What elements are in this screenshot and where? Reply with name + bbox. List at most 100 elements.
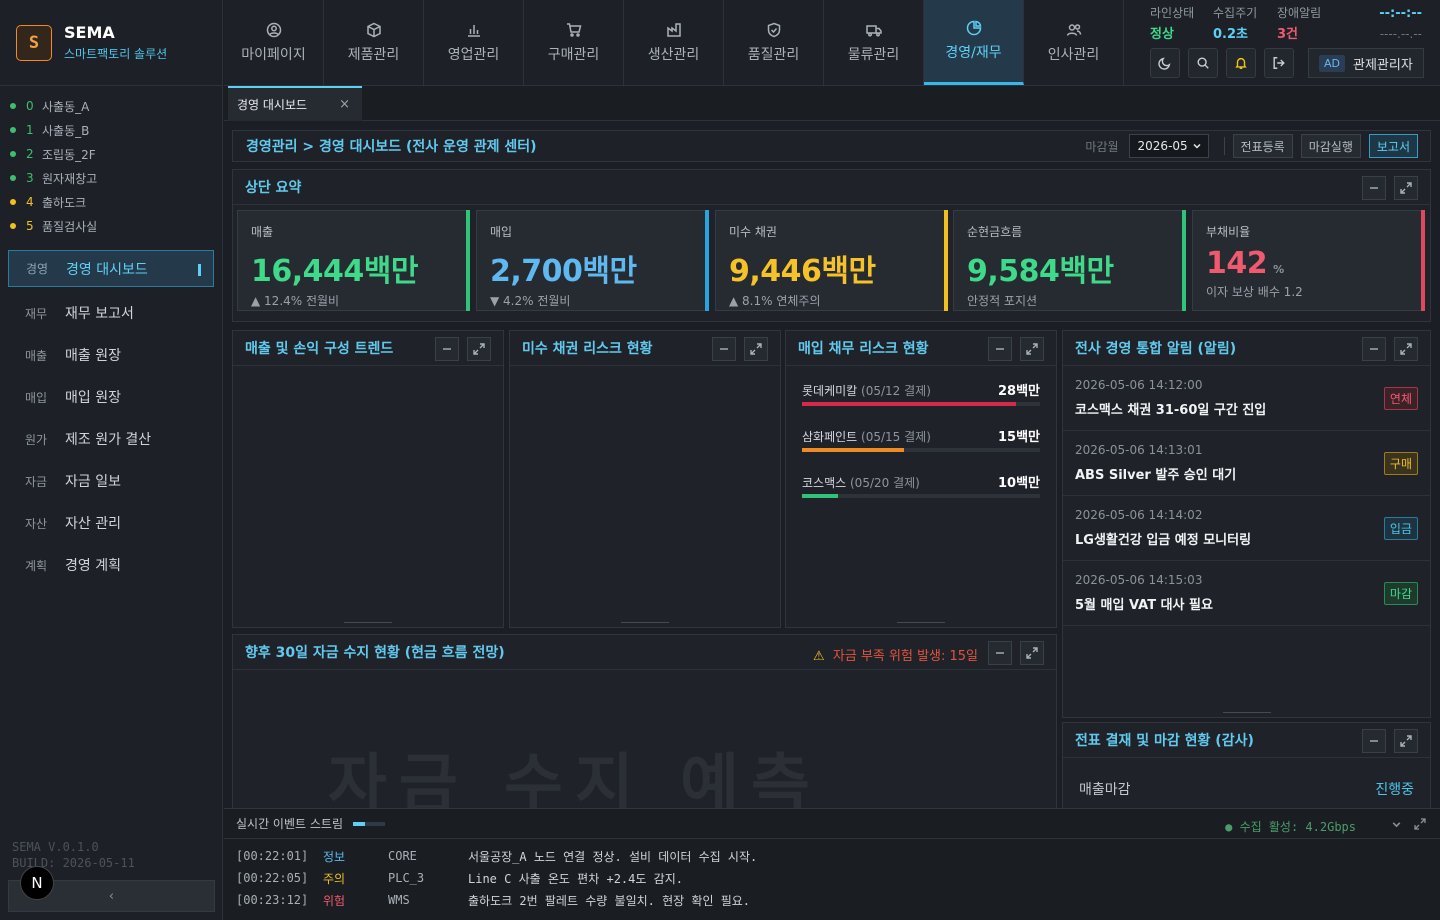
search-button[interactable] [1188, 48, 1218, 78]
minus-icon [443, 348, 451, 350]
minus-icon [1370, 740, 1378, 742]
nav-logistics[interactable]: 물류관리 [824, 0, 924, 85]
nav-hr[interactable]: 인사관리 [1024, 0, 1124, 85]
minimize-button[interactable] [1362, 176, 1386, 200]
factory-icon [666, 22, 681, 37]
notification-button[interactable] [1226, 48, 1256, 78]
cart-icon [566, 22, 581, 37]
expand-icon[interactable] [1414, 818, 1426, 830]
expand-button[interactable] [1394, 176, 1418, 200]
box-icon [366, 22, 381, 37]
payable-item[interactable]: 코스맥스 (05/20 결제) 10백만 [802, 466, 1040, 512]
tab-dashboard[interactable]: 경영 대시보드 × [228, 86, 362, 121]
nav-mypage[interactable]: 마이페이지 [224, 0, 324, 85]
line-item[interactable]: 3 원자재창고 [10, 166, 222, 190]
close-icon[interactable]: × [339, 97, 350, 112]
sidebar-item-cost-closing[interactable]: 원가 제조 원가 결산 [0, 418, 222, 460]
alert-item[interactable]: 2026-05-06 14:14:02 LG생활건강 입금 예정 모니터링 입금 [1063, 496, 1430, 561]
kpi-accent-bar [466, 210, 470, 311]
kpi-card-purchase[interactable]: 매입 2,700백만 ▼ 4.2% 전월비 [476, 210, 709, 311]
due-date: (05/15 결제) [861, 430, 931, 444]
nav-products[interactable]: 제품관리 [324, 0, 424, 85]
sidebar-item-finance-report[interactable]: 재무 재무 보고서 [0, 292, 222, 334]
logout-icon [1273, 57, 1285, 69]
alert-item[interactable]: 2026-05-06 14:13:01 ABS Silver 발주 승인 대기 구매 [1063, 431, 1430, 496]
nav-purchase[interactable]: 구매관리 [524, 0, 624, 85]
logout-button[interactable] [1264, 48, 1294, 78]
sidebar-item-purchase-ledger[interactable]: 매입 매입 원장 [0, 376, 222, 418]
status-dot-icon [10, 199, 16, 205]
payable-item[interactable]: 삼화페인트 (05/15 결제) 15백만 [802, 420, 1040, 466]
event-row[interactable]: [00:22:05] 주의 PLC_3 Line C 사출 온도 편차 +2.4도 감… [224, 867, 1440, 889]
expand-button[interactable] [1020, 641, 1044, 665]
sidebar-item-sales-ledger[interactable]: 매출 매출 원장 [0, 334, 222, 376]
line-label: 품질검사실 [42, 219, 98, 234]
event-time: [00:22:01] [236, 849, 309, 863]
users-icon [1066, 23, 1081, 36]
nav-production[interactable]: 생산관리 [624, 0, 724, 85]
sidebar-item-dashboard[interactable]: 경영 경영 대시보드 [8, 250, 214, 287]
minus-icon [1370, 187, 1378, 189]
report-button[interactable]: 보고서 [1368, 134, 1418, 158]
brand[interactable]: S SEMA 스마트팩토리 솔루션 [0, 0, 222, 86]
minimize-button[interactable] [1362, 337, 1386, 361]
alert-item[interactable]: 2026-05-06 14:15:03 5월 매입 VAT 대사 필요 마감 [1063, 561, 1430, 626]
line-item[interactable]: 1 사출동_B [10, 118, 222, 142]
minimize-button[interactable] [988, 337, 1012, 361]
line-item[interactable]: 4 출하도크 [10, 190, 222, 214]
theme-toggle-button[interactable] [1150, 48, 1180, 78]
n-badge-icon[interactable]: N [20, 866, 54, 900]
kpi-number: 9,446 [729, 254, 822, 289]
resize-handle[interactable] [621, 622, 669, 623]
minimize-button[interactable] [1362, 729, 1386, 753]
expand-button[interactable] [1394, 337, 1418, 361]
chevron-down-icon[interactable] [1391, 819, 1402, 830]
nav-sales[interactable]: 영업관리 [424, 0, 524, 85]
payable-name: 롯데케미칼 (05/12 결제) [802, 382, 931, 399]
kpi-value: 9,446백만 [729, 246, 947, 290]
expand-button[interactable] [1020, 337, 1044, 361]
tab-label: 경영 대시보드 [237, 98, 308, 112]
expand-icon [1400, 182, 1412, 194]
expand-button[interactable] [1394, 729, 1418, 753]
voucher-register-button[interactable]: 전표등록 [1232, 134, 1293, 158]
payable-item[interactable]: 롯데케미칼 (05/12 결제) 28백만 [802, 374, 1040, 420]
line-item[interactable]: 5 품질검사실 [10, 214, 222, 238]
run-closing-button[interactable]: 마감실행 [1300, 134, 1361, 158]
kpi-card-debt-ratio[interactable]: 부채비율 142% 이자 보상 배수 1.2 [1192, 210, 1425, 311]
sidebar-item-daily-funds[interactable]: 자금 자금 일보 [0, 460, 222, 502]
pulse-indicator [353, 821, 385, 826]
minimize-button[interactable] [712, 337, 736, 361]
minus-icon [996, 652, 1004, 654]
sidebar-item-business-plan[interactable]: 계획 경영 계획 [0, 544, 222, 586]
minimize-button[interactable] [435, 337, 459, 361]
line-number: 5 [26, 219, 34, 233]
due-date: (05/12 결제) [861, 384, 931, 398]
resize-handle[interactable] [344, 622, 392, 623]
closing-row[interactable]: 매출마감 진행중 [1063, 758, 1430, 813]
menu-label: 자산 관리 [65, 516, 121, 532]
active-indicator [198, 264, 201, 276]
nav-quality[interactable]: 품질관리 [724, 0, 824, 85]
expand-button[interactable] [467, 337, 491, 361]
alert-item[interactable]: 2026-05-06 14:12:00 코스맥스 채권 31-60일 구간 진입 연… [1063, 366, 1430, 431]
sidebar-item-assets[interactable]: 자산 자산 관리 [0, 502, 222, 544]
admin-profile[interactable]: AD 관제관리자 [1308, 48, 1424, 78]
event-row[interactable]: [00:22:01] 정보 CORE 서울공장_A 노드 연결 정상. 설비 데이터 … [224, 845, 1440, 867]
line-item[interactable]: 0 사출동_A [10, 94, 222, 118]
kpi-card-sales[interactable]: 매출 16,444백만 ▲ 12.4% 전월비 [237, 210, 470, 311]
kpi-number: 16,444 [251, 254, 364, 289]
bar-chart-icon [467, 24, 480, 37]
menu-label: 매입 원장 [65, 390, 121, 406]
minimize-button[interactable] [988, 641, 1012, 665]
resize-handle[interactable] [897, 622, 945, 623]
resize-handle[interactable] [1222, 712, 1271, 713]
expand-button[interactable] [744, 337, 768, 361]
line-item[interactable]: 2 조립동_2F [10, 142, 222, 166]
month-select[interactable]: 2026-05 [1128, 134, 1209, 158]
kpi-card-cashflow[interactable]: 순현금흐름 9,584백만 안정적 포지션 [953, 210, 1186, 311]
kpi-card-receivables[interactable]: 미수 채권 9,446백만 ▲ 8.1% 연체주의 [715, 210, 948, 311]
event-row[interactable]: [00:23:12] 위험 WMS 출하도크 2번 팔레트 수량 불일치. 현장 확인… [224, 889, 1440, 911]
kpi-label: 매출 [251, 225, 274, 239]
nav-finance[interactable]: 경영/재무 [924, 0, 1024, 85]
